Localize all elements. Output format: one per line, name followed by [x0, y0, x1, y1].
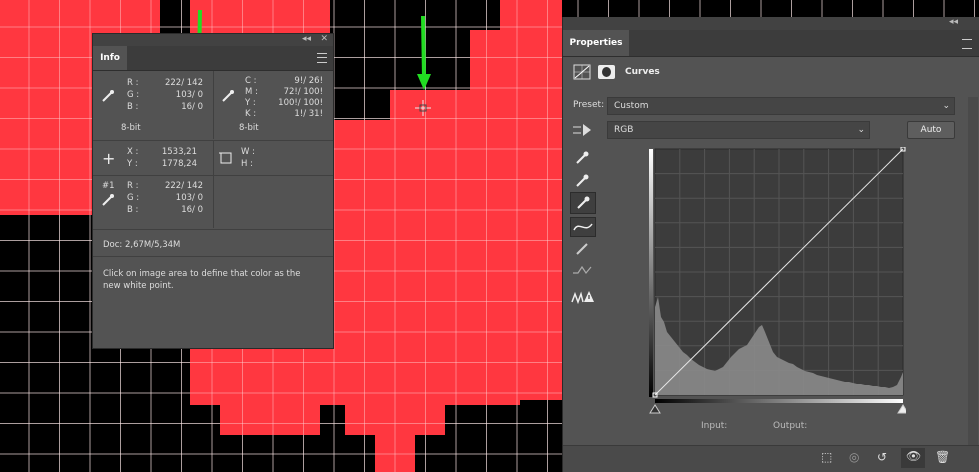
k-label: K : [245, 109, 257, 119]
arrow-icon [417, 16, 431, 90]
white-point-eyedropper-icon [577, 196, 590, 209]
auto-button[interactable]: Auto [907, 121, 955, 139]
curve-points-icon [573, 223, 593, 231]
y-label: Y : [245, 98, 256, 108]
red-pixels [0, 185, 92, 215]
adjustment-title: Curves [625, 67, 660, 77]
g-value: 103/ 0 [175, 90, 203, 100]
k-value: 1!/ 31! [294, 109, 323, 119]
m-label: M : [245, 87, 258, 97]
preset-dropdown[interactable]: Custom ⌄ [607, 97, 955, 115]
reset-icon[interactable]: ↺ [877, 450, 887, 464]
preset-value: Custom [614, 101, 649, 111]
sample-g-value: 103/ 0 [175, 193, 203, 203]
white-point-eyedropper-button[interactable] [570, 192, 596, 214]
red-pixels [375, 430, 415, 472]
sample-g-label: G : [127, 193, 140, 203]
pencil-icon[interactable] [574, 241, 590, 257]
on-image-adjust-icon[interactable] [571, 121, 595, 139]
info-panel-titlebar[interactable]: ◂◂ ✕ [93, 34, 333, 46]
red-pixels [470, 30, 562, 150]
color-sampler-icon [102, 194, 114, 206]
channel-dropdown[interactable]: RGB ⌄ [607, 121, 870, 139]
scrollbar[interactable] [968, 97, 978, 452]
clip-to-layer-icon[interactable]: ⬚ [821, 450, 832, 464]
panel-menu-icon[interactable] [962, 39, 972, 49]
eyedropper-icon [222, 90, 234, 102]
hint-text: Click on image area to define that color… [103, 269, 301, 291]
clipping-warning-icon[interactable] [571, 288, 595, 304]
eyedropper-icon [102, 90, 114, 102]
sample-b-value: 16/ 0 [181, 205, 203, 215]
bottom-toolbar: ⬚ ◎ ↺ 👁 🗑 [563, 445, 979, 472]
tab-properties[interactable]: Properties [563, 30, 629, 56]
collapse-icon[interactable]: ◂◂ [949, 17, 958, 27]
preset-label: Preset: [573, 100, 605, 110]
red-pixels [190, 345, 520, 405]
b-value: 16/ 0 [181, 102, 203, 112]
sample-b-label: B : [127, 205, 139, 215]
curves-graph[interactable] [649, 147, 906, 417]
c-label: C : [245, 76, 257, 86]
red-pixels [500, 0, 562, 40]
red-pixels [220, 400, 320, 435]
doc-size: Doc: 2,67M/5,34M [103, 240, 181, 250]
white-input-slider[interactable] [897, 404, 906, 414]
smooth-curve-icon[interactable] [572, 263, 592, 277]
visibility-button[interactable]: 👁 [901, 448, 925, 468]
output-label: Output: [773, 421, 808, 431]
red-pixels [0, 35, 92, 185]
sample-r-label: R : [127, 181, 139, 191]
curves-adjustment-icon [573, 64, 591, 80]
x-label: X : [127, 147, 139, 157]
tab-info[interactable]: Info [93, 46, 127, 70]
bit-depth-left: 8-bit [121, 123, 141, 133]
black-input-slider[interactable] [649, 404, 661, 414]
sample-r-value: 222/ 142 [164, 181, 203, 191]
black-point-eyedropper-icon[interactable] [574, 150, 590, 166]
eye-icon: 👁 [906, 449, 922, 463]
trash-icon[interactable]: 🗑 [935, 450, 950, 464]
x-value: 1533,21 [161, 147, 197, 157]
r-label: R : [127, 78, 139, 88]
red-pixels [190, 0, 330, 33]
m-value: 72!/ 100! [283, 87, 323, 97]
panel-menu-icon[interactable] [317, 53, 327, 63]
r-value: 222/ 142 [164, 78, 203, 88]
c-value: 9!/ 26! [294, 76, 323, 86]
view-previous-icon[interactable]: ◎ [849, 450, 859, 464]
bit-depth-right: 8-bit [239, 123, 259, 133]
y-coord-label: Y : [127, 159, 138, 169]
info-panel: ◂◂ ✕ Info R : G : B : 222/ 142 103/ 0 16… [92, 33, 334, 349]
collapse-icon[interactable]: ◂◂ [302, 34, 311, 44]
edit-points-button[interactable] [570, 217, 596, 237]
selection-size-icon [219, 152, 232, 164]
eyedropper-cursor-icon [415, 100, 431, 116]
close-icon[interactable]: ✕ [320, 34, 328, 44]
chevron-down-icon: ⌄ [857, 125, 865, 135]
input-label: Input: [701, 421, 728, 431]
properties-panel: ◂◂ Properties Curves Preset: Custom ⌄ RG… [562, 17, 979, 472]
properties-titlebar[interactable]: ◂◂ [563, 17, 979, 30]
mask-icon[interactable] [598, 65, 615, 79]
y-coord-value: 1778,24 [161, 159, 197, 169]
red-pixels [0, 0, 160, 35]
y-value: 100!/ 100! [278, 98, 323, 108]
g-label: G : [127, 90, 140, 100]
h-label: H : [241, 159, 253, 169]
channel-value: RGB [614, 125, 634, 135]
crosshair-icon: + [102, 149, 116, 168]
b-label: B : [127, 102, 139, 112]
chevron-down-icon: ⌄ [942, 101, 950, 111]
sample-label: #1 [102, 181, 115, 191]
w-label: W : [241, 147, 255, 157]
gray-point-eyedropper-icon[interactable] [574, 173, 590, 189]
